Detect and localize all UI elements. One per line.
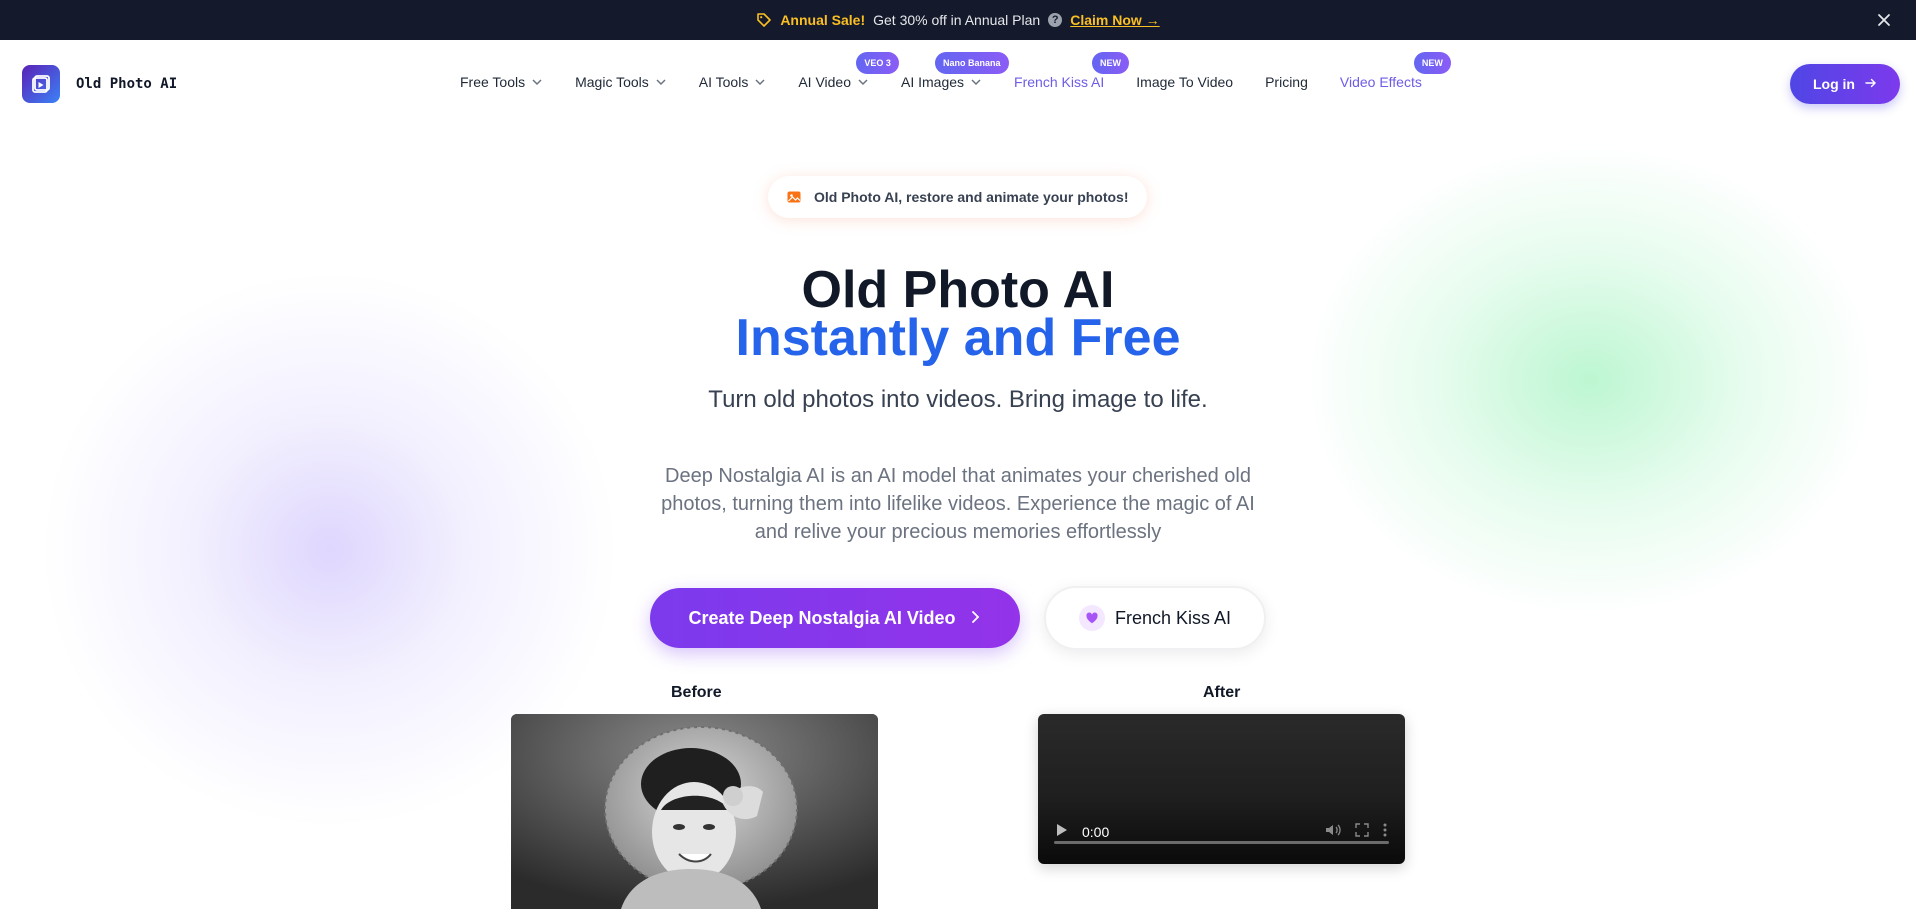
new-badge: NEW <box>1413 52 1451 74</box>
more-options-icon[interactable] <box>1383 823 1387 842</box>
fullscreen-icon[interactable] <box>1355 822 1369 842</box>
nav-free-tools[interactable]: Free Tools <box>460 74 543 90</box>
nano-banana-badge: Nano Banana <box>935 52 1009 74</box>
play-square-icon <box>22 65 60 103</box>
chevron-down-icon <box>655 76 667 88</box>
login-button[interactable]: Log in <box>1790 64 1900 104</box>
nav-label: Video Effects <box>1339 74 1422 90</box>
hero-title-accent: Instantly and Free <box>735 309 1181 367</box>
nav-label: Pricing <box>1265 74 1308 90</box>
before-photo <box>511 714 878 909</box>
login-label: Log in <box>1813 76 1855 92</box>
play-icon[interactable] <box>1056 823 1068 842</box>
hero-description: Deep Nostalgia AI is an AI model that an… <box>661 465 1255 543</box>
create-video-button[interactable]: Create Deep Nostalgia AI Video <box>650 588 1020 648</box>
new-badge: NEW <box>1092 52 1130 74</box>
nav-video-effects[interactable]: NEW Video Effects <box>1339 52 1451 90</box>
nav-label: French Kiss AI <box>1014 74 1105 90</box>
nav-label: AI Images <box>901 74 965 90</box>
video-progress-bar[interactable] <box>1054 841 1389 844</box>
nav-pricing[interactable]: Pricing <box>1265 74 1308 90</box>
after-label: After <box>1203 684 1241 701</box>
main-nav: Free Tools Magic Tools AI Tools VEO 3 AI… <box>460 52 1454 90</box>
chevron-down-icon <box>970 76 982 88</box>
nav-label: AI Video <box>798 74 851 90</box>
site-header: Old Photo AI Free Tools Magic Tools AI T… <box>0 40 1916 128</box>
nav-french-kiss-ai[interactable]: NEW French Kiss AI <box>1014 52 1130 90</box>
arrow-right-icon <box>1865 76 1877 92</box>
hero-subhead: Turn old photos into videos. Bring image… <box>708 386 1208 413</box>
logo[interactable]: Old Photo AI <box>22 65 177 103</box>
veo3-badge: VEO 3 <box>856 52 899 74</box>
logo-text: Old Photo AI <box>76 76 178 92</box>
nav-ai-images[interactable]: Nano Banana AI Images <box>901 52 1009 90</box>
chevron-right-icon <box>970 608 982 629</box>
help-icon[interactable]: ? <box>1048 13 1063 27</box>
nav-label: Free Tools <box>460 74 526 90</box>
volume-icon[interactable] <box>1325 823 1341 842</box>
claim-now-link[interactable]: Claim Now → <box>1070 12 1159 28</box>
create-video-label: Create Deep Nostalgia AI Video <box>688 607 956 628</box>
chevron-down-icon <box>531 76 543 88</box>
nav-ai-video[interactable]: VEO 3 AI Video <box>798 52 899 90</box>
french-kiss-label: French Kiss AI <box>1114 607 1232 628</box>
decorative-green-glow <box>1300 140 1880 620</box>
hero-pill: Old Photo AI, restore and animate your p… <box>768 176 1147 218</box>
nav-magic-tools[interactable]: Magic Tools <box>575 74 667 90</box>
video-time: 0:00 <box>1082 824 1110 840</box>
sale-label: Annual Sale! <box>780 12 866 28</box>
nav-label: AI Tools <box>698 74 749 90</box>
promo-banner: Annual Sale! Get 30% off in Annual Plan … <box>0 0 1916 40</box>
tag-icon <box>756 12 772 28</box>
chevron-down-icon <box>754 76 766 88</box>
close-icon[interactable] <box>1874 10 1894 30</box>
nav-image-to-video[interactable]: Image To Video <box>1136 74 1233 90</box>
image-icon <box>786 189 802 205</box>
nav-ai-tools[interactable]: AI Tools <box>699 74 767 90</box>
chevron-down-icon <box>857 76 869 88</box>
french-kiss-button[interactable]: French Kiss AI <box>1044 586 1266 650</box>
nav-label: Image To Video <box>1136 74 1234 90</box>
heart-icon <box>1078 605 1105 631</box>
hero-pill-text: Old Photo AI, restore and animate your p… <box>814 189 1129 205</box>
offer-text: Get 30% off in Annual Plan <box>873 12 1041 28</box>
before-label: Before <box>671 684 722 701</box>
nav-label: Magic Tools <box>575 74 649 90</box>
after-video-player[interactable]: 0:00 <box>1038 714 1405 864</box>
